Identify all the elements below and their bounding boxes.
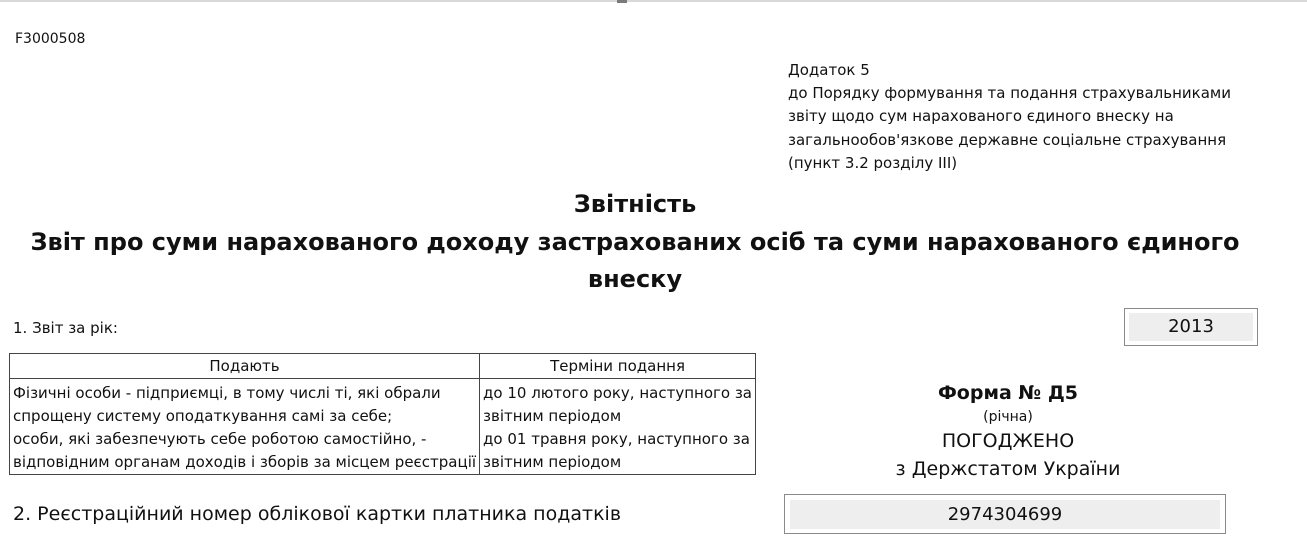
form-code: F3000508 (15, 31, 86, 47)
column-header-deadlines: Терміни подання (479, 353, 756, 379)
appendix-line: звіту щодо сум нарахованого єдиного внес… (788, 107, 1174, 126)
submitters-line: спрощену систему оподаткування самі за с… (13, 407, 393, 425)
report-subtitle-line-2: внеску (587, 265, 683, 293)
taxpayer-number-label: 2. Реєстраційний номер облікової картки … (13, 503, 622, 525)
report-subtitle-line-1: Звіт про суми нарахованого доходу застра… (30, 227, 1240, 256)
form-agreed-authority: з Держстатом України (895, 458, 1121, 480)
appendix-note: Додаток 5 до Порядку формування та подан… (788, 59, 1258, 175)
top-border-line (0, 0, 1307, 2)
report-titles: Звітність Звіт про суми нарахованого дох… (0, 186, 1270, 299)
form-identification: Форма № Д5 (річна) ПОГОДЖЕНО з Держстато… (868, 379, 1148, 483)
report-year-field[interactable]: 2013 (1124, 308, 1258, 346)
column-header-submitters: Подають (8, 353, 481, 379)
submitters-line: особи, які забезпечують себе роботою сам… (13, 430, 427, 448)
taxpayer-number-value[interactable]: 2974304699 (790, 500, 1220, 529)
report-year-value[interactable]: 2013 (1129, 313, 1253, 341)
table-row: Фізичні особи - підприємці, в тому числі… (8, 378, 756, 475)
submitters-line: Фізичні особи - підприємці, в тому числі… (13, 384, 441, 402)
form-number: Форма № Д5 (937, 382, 1079, 404)
report-year-label: 1. Звіт за рік: (13, 319, 118, 337)
deadlines-cell: до 10 лютого року, наступного за звітним… (479, 378, 756, 475)
table-header-row: Подають Терміни подання (8, 353, 756, 379)
appendix-line: до Порядку формування та подання страхув… (788, 84, 1231, 103)
appendix-line: загальнообов'язкове державне соціальне с… (788, 130, 1227, 149)
submitters-cell: Фізичні особи - підприємці, в тому числі… (8, 378, 481, 475)
form-agreed-label: ПОГОДЖЕНО (941, 430, 1075, 452)
form-period-note: (річна) (983, 409, 1033, 425)
appendix-line: Додаток 5 (788, 61, 870, 79)
page-title: Звітність (573, 190, 697, 218)
taxpayer-number-field[interactable]: 2974304699 (784, 494, 1226, 534)
deadline-line: звітним періодом (483, 453, 622, 471)
submission-table: Подають Терміни подання Фізичні особи - … (8, 353, 756, 475)
submitters-line: відповідним органам доходів і зборів за … (13, 453, 477, 471)
deadline-line: до 01 травня року, наступного за (483, 430, 750, 448)
top-resize-handle (617, 0, 627, 3)
deadline-line: звітним періодом (483, 407, 622, 425)
deadline-line: до 10 лютого року, наступного за (483, 384, 752, 402)
appendix-line: (пункт 3.2 розділу III) (788, 153, 958, 172)
